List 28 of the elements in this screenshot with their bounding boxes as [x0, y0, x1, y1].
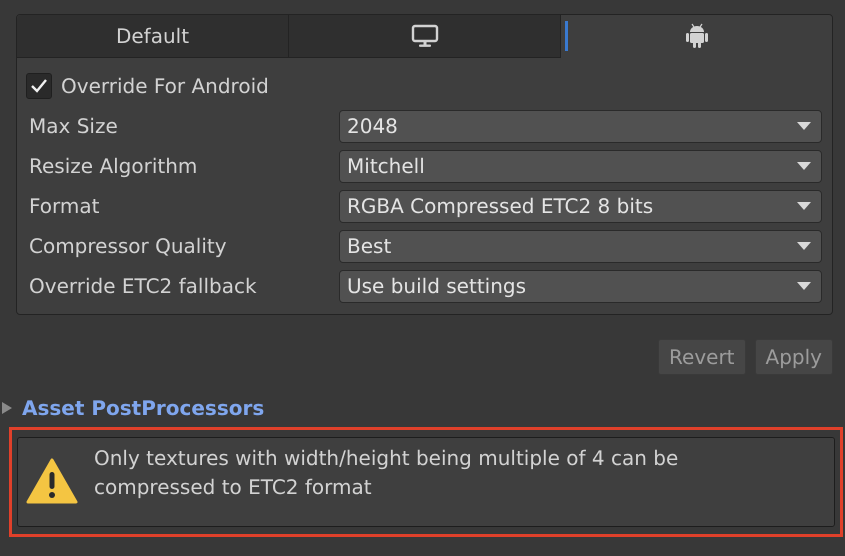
foldout-arrow-icon[interactable] — [2, 402, 12, 414]
caret-icon — [797, 282, 811, 290]
action-button[interactable]: Revert — [658, 339, 746, 375]
field-label: Resize Algorithm — [28, 153, 198, 180]
field-label: Format — [28, 193, 100, 220]
caret-icon — [797, 202, 811, 210]
foldout-header[interactable]: Asset PostProcessors — [22, 393, 264, 423]
monitor-icon — [410, 24, 438, 48]
dropdown[interactable]: Best — [339, 230, 822, 262]
android-icon — [684, 23, 708, 49]
caret-icon — [797, 162, 811, 170]
caret-icon — [797, 122, 811, 130]
dropdown[interactable]: 2048 — [339, 110, 822, 142]
field-label: Max Size — [28, 113, 119, 140]
field-label: Compressor Quality — [28, 233, 228, 260]
checkbox-label: Override For Android — [61, 73, 269, 100]
field-label: Override ETC2 fallback — [28, 273, 258, 300]
warning-icon — [26, 458, 78, 504]
checkmark-icon — [30, 78, 48, 94]
checkbox[interactable] — [26, 73, 52, 99]
action-button[interactable]: Apply — [754, 339, 833, 375]
dropdown[interactable]: Use build settings — [339, 270, 822, 302]
caret-icon — [797, 242, 811, 250]
platform-tab[interactable] — [289, 15, 561, 58]
dropdown[interactable]: RGBA Compressed ETC2 8 bits — [339, 190, 822, 222]
dropdown[interactable]: Mitchell — [339, 150, 822, 182]
warning-message: Only textures with width/height being multiple of 4 can be compressed to ETC2 format — [94, 445, 680, 501]
platform-tab[interactable]: Default — [17, 15, 289, 58]
